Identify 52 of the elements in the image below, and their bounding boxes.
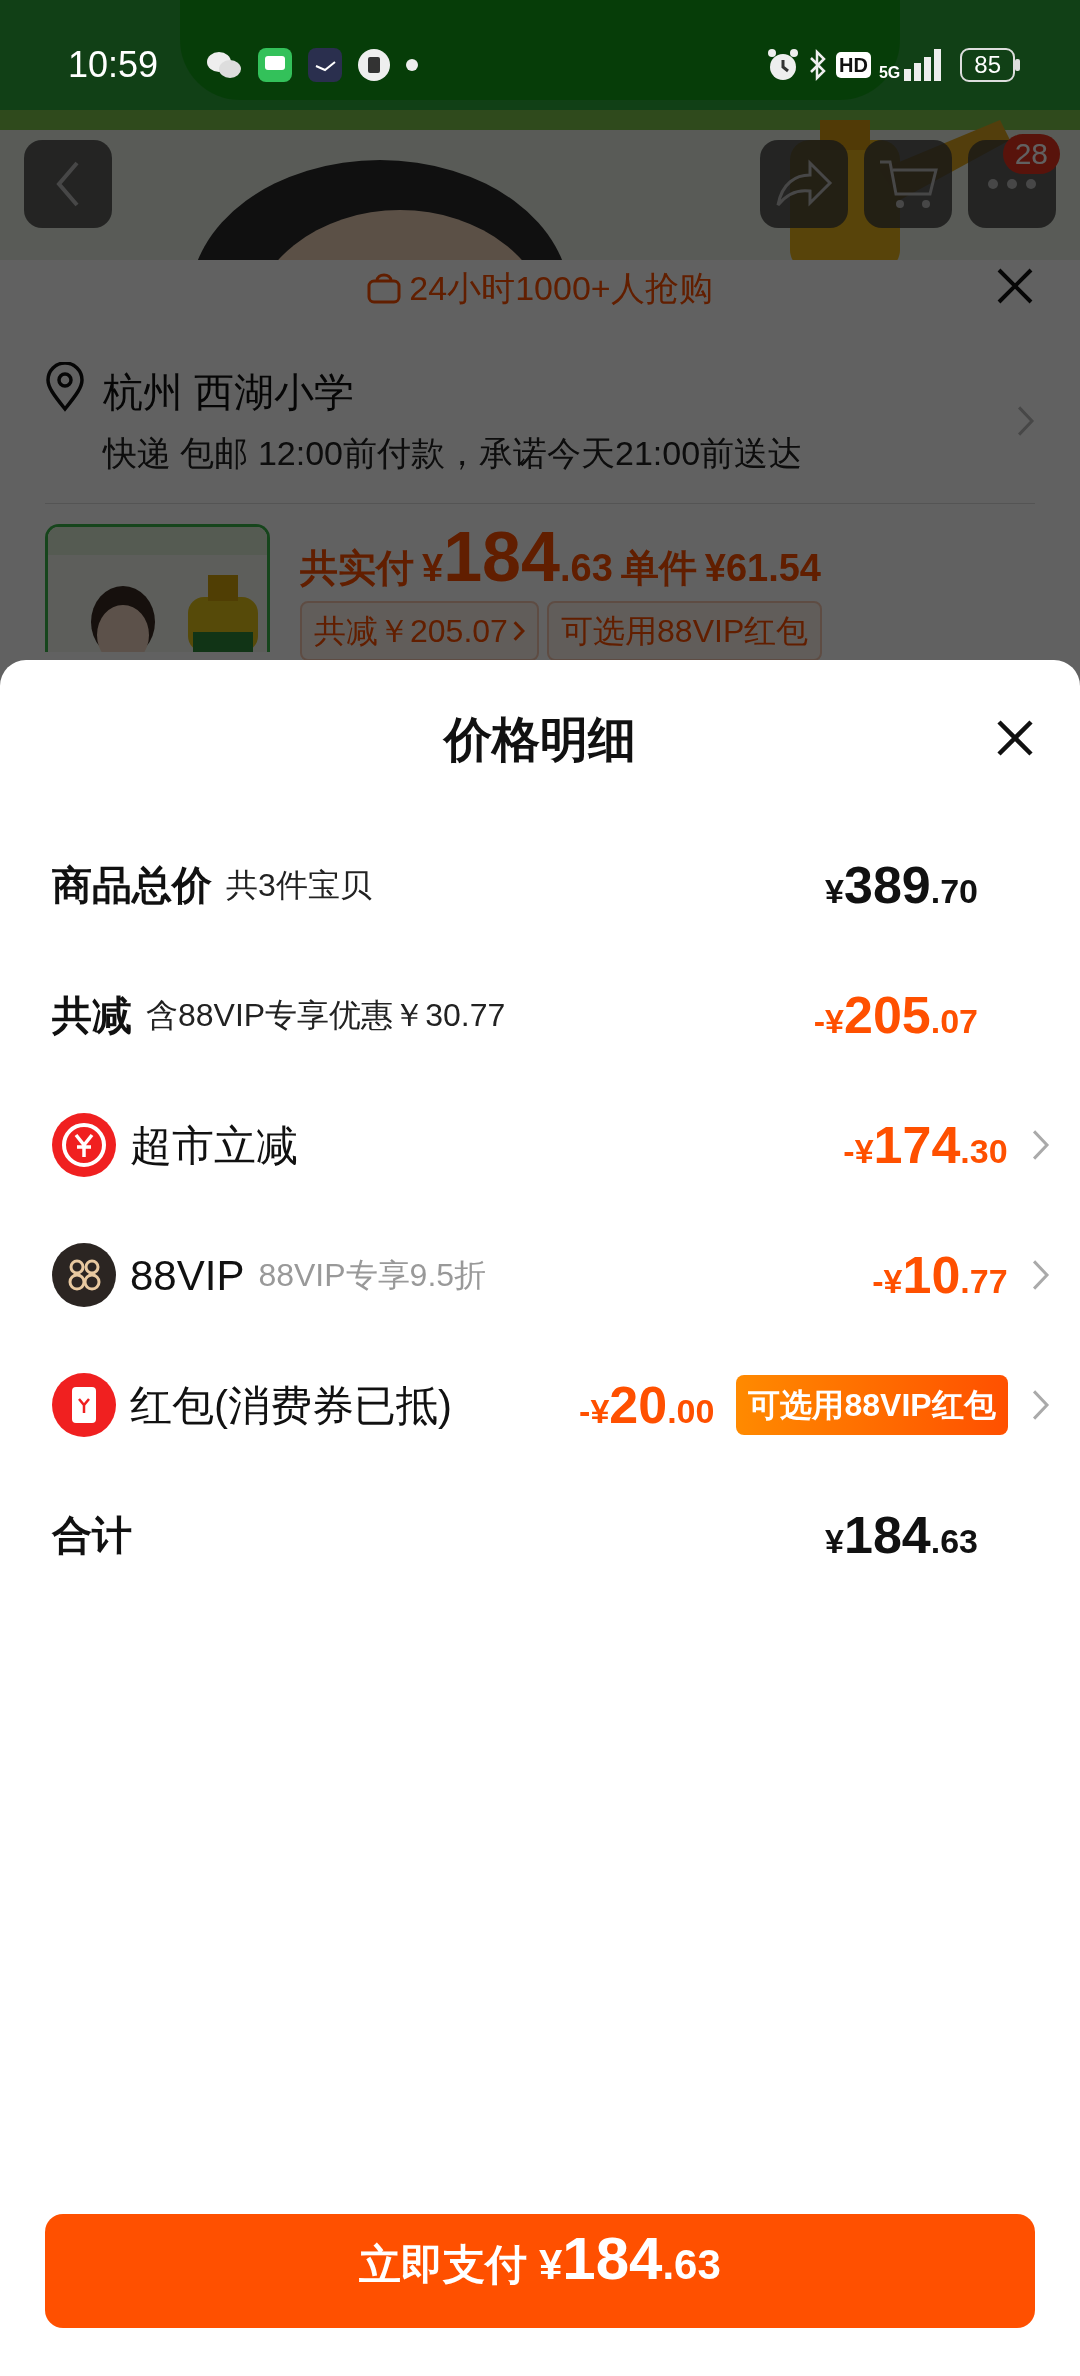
coin-icon [52,1113,116,1177]
sheet-title: 价格明细 [444,712,636,768]
amount: -¥10.77 [872,1245,1008,1306]
row-label: 红包(消费券已抵) [130,1380,452,1431]
battery-tip-icon [1015,59,1020,71]
message-icon [258,48,293,82]
amount: ¥389.70 [825,855,978,916]
row-label: 共减 [52,992,132,1039]
discount-tag[interactable]: 共减￥205.07 [300,601,540,661]
total-label: 共实付 [300,546,414,591]
close-icon [995,718,1035,758]
row-note: 88VIP专享9.5折 [258,1256,487,1295]
amount: -¥20.00 [579,1375,715,1436]
share-button[interactable] [760,140,848,228]
amount: ¥184.63 [825,1505,978,1566]
total-price: ¥184.63 [422,524,613,598]
chat-bubbles-icon [206,50,243,80]
bag-icon [367,272,402,304]
close-icon[interactable] [995,266,1035,306]
dot-icon [406,59,419,71]
row-note: 共3件宝贝 [226,866,372,905]
alarm-icon [766,48,801,82]
more-icon [987,178,1037,190]
location-pin-icon [45,362,85,412]
close-button[interactable] [995,718,1035,758]
delivery-info: 快递 包邮 12:00前付款，承诺今天21:00前送达 [103,433,804,474]
vip-coupon-button[interactable]: 可选用88VIP红包 [736,1375,1008,1435]
discount-tag[interactable]: 可选用88VIP红包 [547,601,823,661]
unit-price: ¥61.54 [704,546,821,591]
pay-button[interactable]: 立即支付 ¥184.63 [45,2214,1035,2328]
battery-level: 85 [960,48,1015,82]
cart-button[interactable] [864,140,952,228]
app-icon [358,49,391,81]
vip-badge-icon [52,1243,116,1307]
banner-text: 24小时1000+人抢购 [409,267,713,309]
row-note: 含88VIP专享优惠￥30.77 [146,996,506,1035]
chevron-right-icon [511,620,526,642]
amount: -¥205.07 [813,985,978,1046]
address-title: 杭州 西湖小学 [103,369,356,416]
envelope-icon [52,1373,116,1437]
network-type: 5G [878,65,901,81]
share-icon [774,159,834,209]
unit-price-label: 单件 [620,546,697,591]
row-label: 商品总价 [52,862,212,909]
row-label: 合计 [52,1512,132,1559]
status-time: 10:59 [68,43,159,87]
back-button[interactable] [24,140,112,228]
hd-indicator: HD [836,52,871,78]
row-label: 88VIP [130,1250,245,1301]
amount: -¥174.30 [843,1115,1008,1176]
clock-app-icon [308,48,343,82]
row-label: 超市立减 [130,1120,298,1171]
